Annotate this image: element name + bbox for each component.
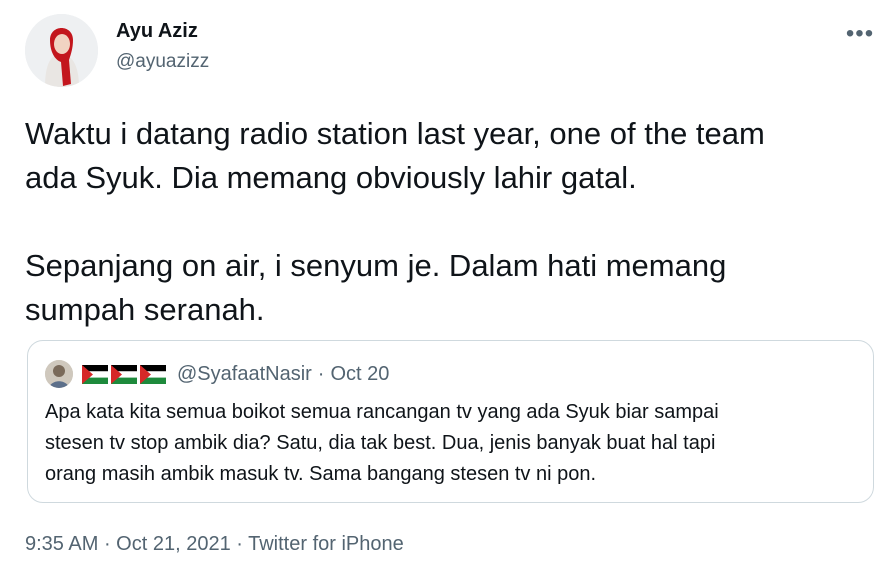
author-handle[interactable]: @ayuazizz [116, 49, 209, 75]
palestine-flag-icon [82, 364, 108, 384]
author-avatar[interactable] [25, 14, 98, 87]
palestine-flag-icon [140, 364, 166, 384]
author-name[interactable]: Ayu Aziz [116, 18, 209, 44]
quoted-tweet-text: Apa kata kita semua boikot semua rancang… [45, 401, 719, 485]
tweet-text: Waktu i datang radio station last year, … [25, 116, 765, 327]
author-info: Ayu Aziz @ayuazizz [116, 18, 209, 75]
quoted-tweet-header: @SyafaatNasir · Oct 20 [45, 359, 389, 389]
tweet-source[interactable]: Twitter for iPhone [248, 533, 404, 555]
separator-dot: · [98, 533, 117, 555]
tweet-time[interactable]: 9:35 AM [25, 533, 98, 555]
tweet-meta: 9:35 AM · Oct 21, 2021 · Twitter for iPh… [25, 530, 404, 558]
separator-dot: · [230, 533, 249, 555]
tweet-date[interactable]: Oct 21, 2021 [116, 533, 231, 555]
quoted-author-avatar [45, 360, 73, 388]
quoted-tweet-date[interactable]: Oct 20 [330, 363, 389, 386]
separator-dot: · [317, 362, 325, 385]
palestine-flag-icon [111, 364, 137, 384]
quoted-tweet[interactable]: @SyafaatNasir · Oct 20 Apa kata kita sem… [27, 340, 874, 503]
quoted-author-handle[interactable]: @SyafaatNasir [177, 363, 312, 386]
more-options-icon[interactable]: ••• [845, 22, 875, 46]
